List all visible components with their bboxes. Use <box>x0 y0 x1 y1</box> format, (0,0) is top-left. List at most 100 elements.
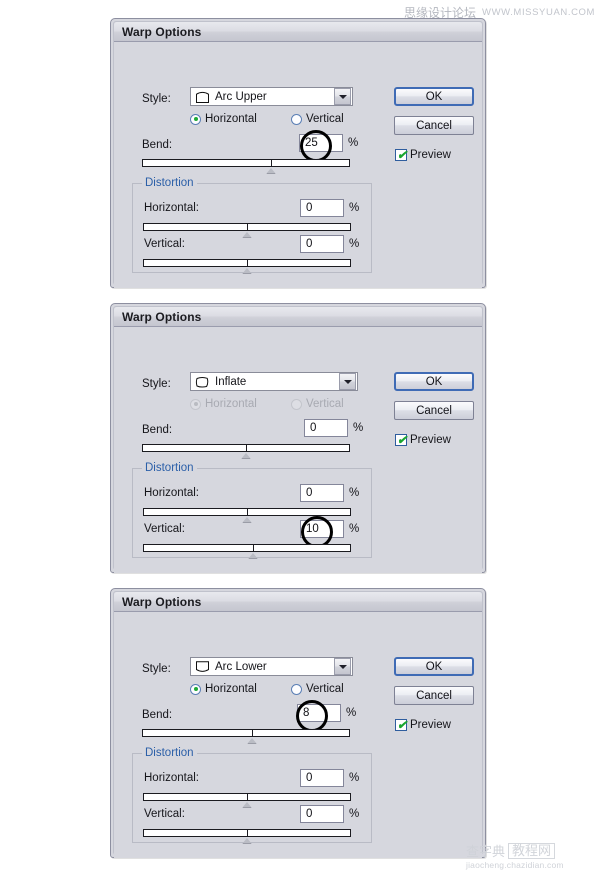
distortion-vertical-label-3: Vertical: <box>144 808 185 820</box>
distortion-vertical-slider-2[interactable] <box>143 544 351 559</box>
ok-button-2[interactable]: OK <box>394 372 474 391</box>
radio-horizontal-1[interactable]: Horizontal <box>190 113 257 125</box>
distortion-vertical-percent-1: % <box>349 238 360 250</box>
style-dropdown-arrow-3[interactable] <box>334 658 351 675</box>
cancel-button-3[interactable]: Cancel <box>394 686 474 705</box>
bend-percent-3: % <box>346 707 357 719</box>
dh-slider-tick-1 <box>247 223 248 231</box>
radio-vertical-label-3: Vertical <box>306 683 344 695</box>
radio-vertical-1[interactable]: Vertical <box>291 113 344 125</box>
style-value-1: Arc Upper <box>215 90 267 103</box>
bend-slider-thumb-1[interactable] <box>265 168 276 174</box>
bend-slider-thumb-3[interactable] <box>247 738 258 744</box>
cancel-button-1[interactable]: Cancel <box>394 116 474 135</box>
bend-slider-track-3 <box>142 729 350 737</box>
radio-horizontal-3[interactable]: Horizontal <box>190 683 257 695</box>
bend-slider-2[interactable] <box>142 444 350 459</box>
dialog-inner-frame-1: Warp Options Style: Arc Upper Horizontal… <box>113 21 483 288</box>
radio-horizontal-indicator-3 <box>190 683 201 695</box>
dh-slider-thumb-2[interactable] <box>242 517 252 523</box>
distortion-horizontal-input-1[interactable]: 0 <box>300 199 344 217</box>
distortion-vertical-input-3[interactable]: 0 <box>300 805 344 823</box>
distortion-vertical-label-2: Vertical: <box>144 523 185 535</box>
watermark-bottom: 查字典 教程网 jiaocheng.chazidian.com <box>466 843 596 877</box>
watermark-top-en: WWW.MISSYUAN.COM <box>482 6 596 18</box>
bend-slider-tick-3 <box>252 729 254 737</box>
dialog-body-3: Style: Arc Lower Horizontal Vertical Ben… <box>114 612 482 858</box>
dv-slider-tick-3 <box>247 829 248 837</box>
distortion-vertical-value-3: 0 <box>306 808 313 820</box>
chevron-down-icon <box>338 664 347 669</box>
bend-label-3: Bend: <box>142 709 173 721</box>
preview-checkbox-3[interactable]: ✔ Preview <box>395 719 451 731</box>
distortion-group-title-1: Distortion <box>142 177 197 189</box>
dv-slider-thumb-1[interactable] <box>242 268 252 274</box>
watermark-bottom-cn2: 教程网 <box>508 843 556 859</box>
bend-label-1: Bend: <box>142 139 173 151</box>
preview-checkbox-box-2: ✔ <box>395 434 407 446</box>
cancel-button-2[interactable]: Cancel <box>394 401 474 420</box>
warp-options-dialog-1: Warp Options Style: Arc Upper Horizontal… <box>110 18 486 288</box>
distortion-horizontal-label-3: Horizontal: <box>144 772 199 784</box>
radio-horizontal-indicator-1 <box>190 113 201 125</box>
preview-checkbox-1[interactable]: ✔ Preview <box>395 149 451 161</box>
style-combobox-3[interactable]: Arc Lower <box>190 657 353 676</box>
style-dropdown-arrow-1[interactable] <box>334 88 351 105</box>
style-value-3: Arc Lower <box>215 660 267 673</box>
dv-slider-thumb-2[interactable] <box>248 553 259 559</box>
style-label-1: Style: <box>142 93 171 105</box>
radio-dot-icon <box>193 117 198 121</box>
distortion-horizontal-slider-1[interactable] <box>143 223 351 238</box>
dialog-title-1: Warp Options <box>122 24 202 39</box>
ok-button-3[interactable]: OK <box>394 657 474 676</box>
bend-input-2[interactable]: 0 <box>304 419 348 437</box>
style-combobox-2[interactable]: Inflate <box>190 372 358 391</box>
watermark-bottom-url: jiaocheng.chazidian.com <box>466 860 564 870</box>
distortion-vertical-percent-3: % <box>349 808 360 820</box>
preview-label-3: Preview <box>410 719 451 731</box>
dv-slider-tick-1 <box>247 259 248 267</box>
chevron-down-icon <box>343 379 352 384</box>
style-combobox-1[interactable]: Arc Upper <box>190 87 353 106</box>
ok-button-label-3: OK <box>425 660 443 673</box>
preview-checkbox-box-3: ✔ <box>395 719 407 731</box>
preview-checkbox-box-1: ✔ <box>395 149 407 161</box>
bend-slider-3[interactable] <box>142 729 350 744</box>
watermark-bottom-cn1: 查字典 <box>466 843 506 859</box>
bend-highlight-circle-1 <box>300 130 332 162</box>
arc-lower-shape-icon <box>195 660 210 674</box>
distortion-horizontal-label-2: Horizontal: <box>144 487 199 499</box>
bend-label-2: Bend: <box>142 424 173 436</box>
ok-button-1[interactable]: OK <box>394 87 474 106</box>
distortion-vertical-slider-1[interactable] <box>143 259 351 274</box>
dv-slider-thumb-3[interactable] <box>242 838 252 844</box>
distortion-horizontal-value-3: 0 <box>306 772 313 784</box>
distortion-horizontal-percent-1: % <box>349 202 360 214</box>
style-dropdown-arrow-2[interactable] <box>339 373 356 390</box>
dialog-titlebar-1[interactable]: Warp Options <box>114 22 482 42</box>
checkmark-icon: ✔ <box>397 433 408 447</box>
dialog-titlebar-3[interactable]: Warp Options <box>114 592 482 612</box>
distortion-horizontal-label-1: Horizontal: <box>144 202 199 214</box>
radio-vertical-indicator-1 <box>291 113 302 125</box>
radio-vertical-3[interactable]: Vertical <box>291 683 344 695</box>
dh-slider-thumb-1[interactable] <box>242 232 252 238</box>
distortion-horizontal-value-1: 0 <box>306 202 313 214</box>
bend-slider-1[interactable] <box>142 159 350 174</box>
distortion-horizontal-input-2[interactable]: 0 <box>300 484 344 502</box>
dh-slider-thumb-3[interactable] <box>242 802 252 808</box>
dialog-titlebar-2[interactable]: Warp Options <box>114 307 482 327</box>
chevron-down-icon <box>338 94 347 99</box>
bend-slider-thumb-2[interactable] <box>241 453 251 459</box>
preview-checkbox-2[interactable]: ✔ Preview <box>395 434 451 446</box>
distortion-horizontal-slider-3[interactable] <box>143 793 351 808</box>
distortion-horizontal-slider-2[interactable] <box>143 508 351 523</box>
radio-horizontal-label-3: Horizontal <box>205 683 257 695</box>
distortion-vertical-input-1[interactable]: 0 <box>300 235 344 253</box>
cancel-button-label-3: Cancel <box>416 689 452 702</box>
radio-vertical-2: Vertical <box>291 398 344 410</box>
distortion-vertical-slider-3[interactable] <box>143 829 351 844</box>
distortion-horizontal-input-3[interactable]: 0 <box>300 769 344 787</box>
dialog-body-1: Style: Arc Upper Horizontal Vertical Ben… <box>114 42 482 288</box>
distortion-group-2: Distortion Horizontal: 0 % Vertical: 10 … <box>132 462 372 559</box>
